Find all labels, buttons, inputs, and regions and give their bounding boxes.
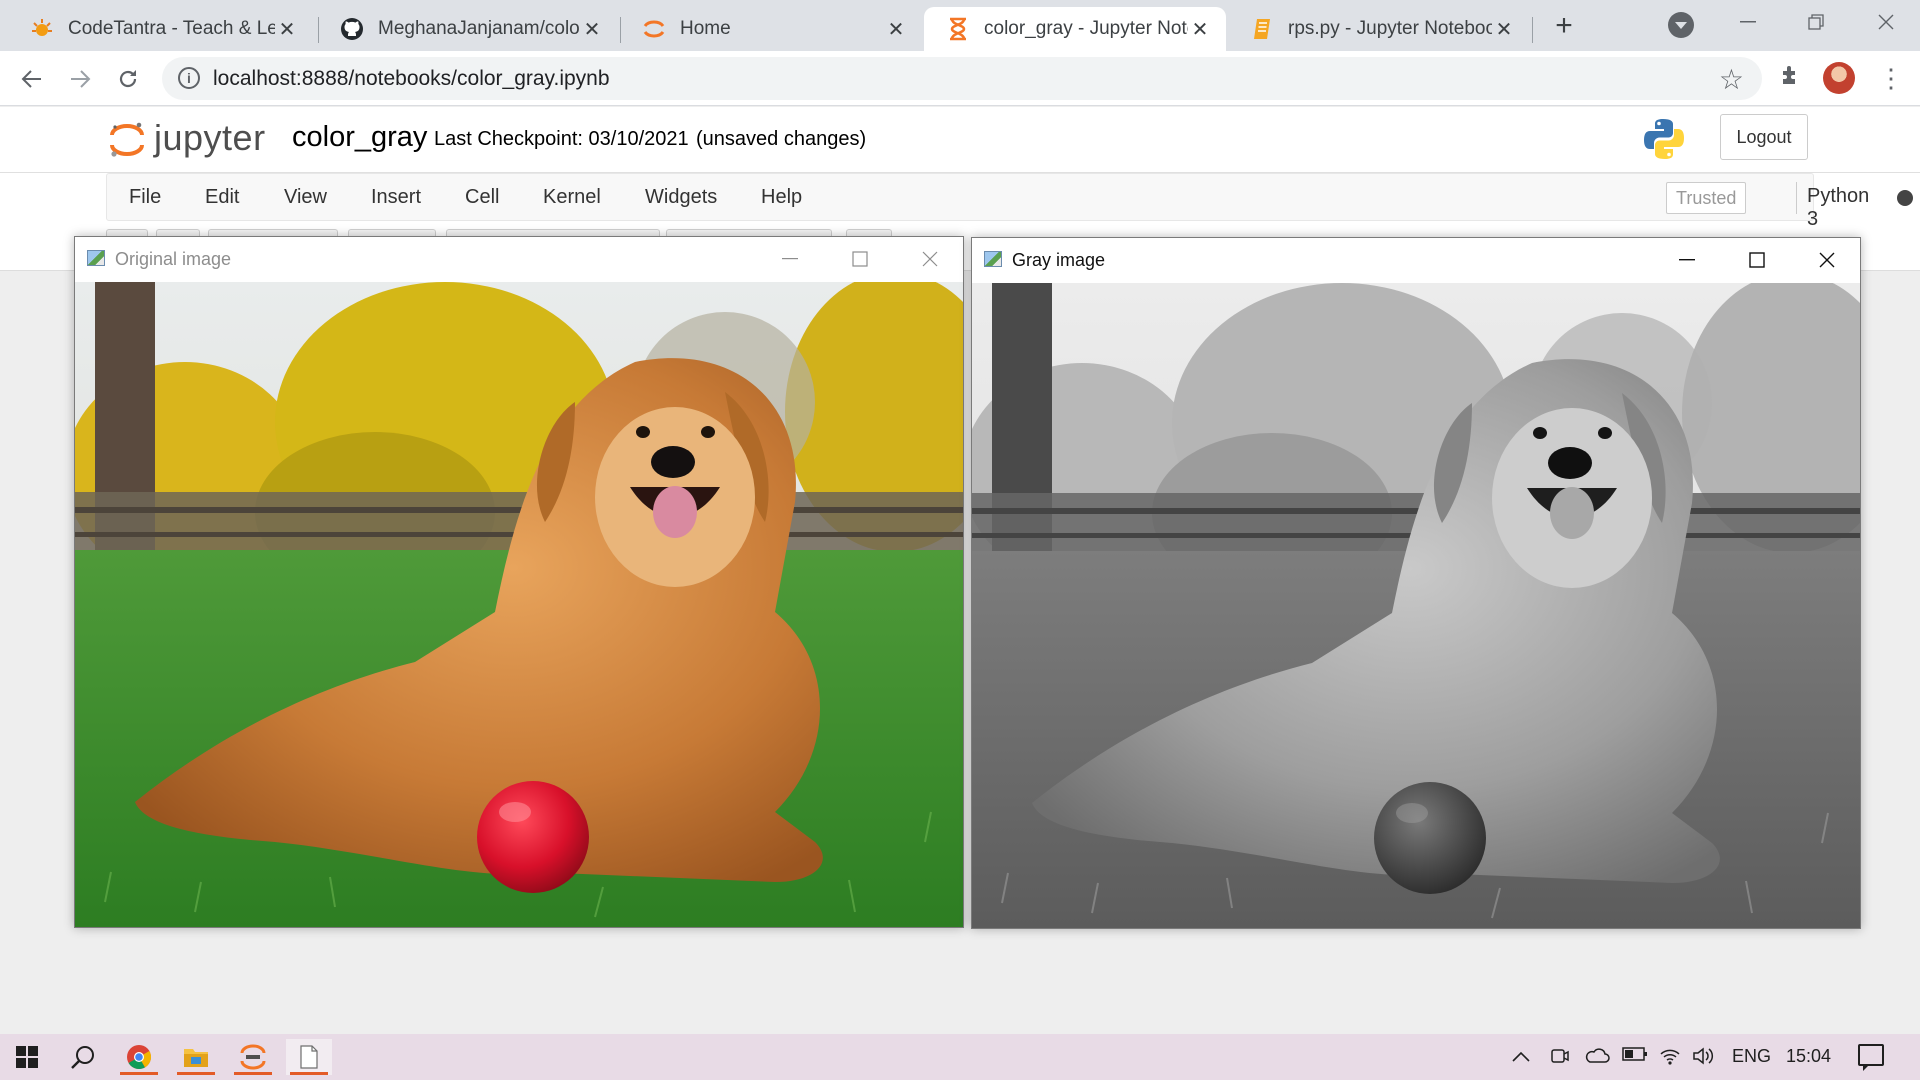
new-tab-button[interactable]: + xyxy=(1548,9,1580,42)
window-titlebar[interactable]: Gray image xyxy=(972,238,1860,282)
profile-avatar[interactable] xyxy=(1823,62,1855,94)
maximize-window-icon[interactable] xyxy=(1734,242,1780,278)
tab-title: MeghanaJanjanam/colour xyxy=(378,18,580,39)
opencv-app-icon xyxy=(87,250,105,266)
notifications-icon[interactable] xyxy=(1858,1044,1884,1071)
browser-tab-codetantra[interactable]: CodeTantra - Teach & Lear ✕ xyxy=(8,7,313,51)
forward-arrow-icon[interactable] xyxy=(62,61,98,97)
running-indicator xyxy=(234,1072,272,1075)
jupyter-wordmark: jupyter xyxy=(154,117,266,158)
gray-image-window[interactable]: Gray image xyxy=(971,237,1861,929)
codetantra-icon xyxy=(30,17,54,41)
jupyter-header: jupyter color_gray Last Checkpoint: 03/1… xyxy=(0,107,1920,173)
menu-insert[interactable]: Insert xyxy=(371,186,421,209)
dog-photo-grayscale xyxy=(972,283,1860,928)
kernel-status-icon xyxy=(1897,190,1913,206)
windows-taskbar: ENG 15:04 xyxy=(0,1034,1920,1080)
opencv-taskbar-icon[interactable] xyxy=(286,1039,332,1075)
extensions-puzzle-icon[interactable] xyxy=(1779,63,1803,87)
url-text[interactable]: localhost:8888/notebooks/color_gray.ipyn… xyxy=(213,67,610,91)
close-tab-icon[interactable]: ✕ xyxy=(1188,17,1212,41)
logout-button[interactable]: Logout xyxy=(1720,114,1808,160)
menu-view[interactable]: View xyxy=(284,186,327,209)
jupyter-logo-icon xyxy=(110,122,144,157)
window-title: Gray image xyxy=(1012,250,1106,270)
tab-title: color_gray - Jupyter Note xyxy=(984,18,1188,39)
jupyter-menubar: File Edit View Insert Cell Kernel Widget… xyxy=(106,173,1913,230)
python-logo-icon xyxy=(1644,119,1684,159)
minimize-window-icon[interactable] xyxy=(1664,242,1710,278)
window-title: Original image xyxy=(115,249,232,269)
gray-dog-photo xyxy=(972,283,1860,928)
browser-tab-github[interactable]: MeghanaJanjanam/colour ✕ xyxy=(318,7,618,51)
menu-edit[interactable]: Edit xyxy=(205,186,239,209)
browser-menu-icon[interactable]: ⋮ xyxy=(1878,60,1904,96)
close-tab-icon[interactable]: ✕ xyxy=(580,17,604,41)
system-clock[interactable]: 15:04 xyxy=(1786,1046,1831,1067)
hourglass-icon xyxy=(946,17,970,41)
minimize-browser-icon[interactable] xyxy=(1728,6,1768,38)
menu-help[interactable]: Help xyxy=(761,186,802,209)
address-bar[interactable]: i localhost:8888/notebooks/color_gray.ip… xyxy=(162,57,1762,100)
show-hidden-icons[interactable] xyxy=(1512,1046,1530,1067)
kernel-divider xyxy=(1796,182,1797,214)
close-window-icon[interactable] xyxy=(907,241,953,277)
windows-start-icon[interactable] xyxy=(4,1039,50,1075)
save-status: (unsaved changes) xyxy=(696,128,867,150)
volume-icon[interactable] xyxy=(1692,1046,1716,1071)
tab-title: CodeTantra - Teach & Lear xyxy=(68,18,275,39)
input-language[interactable]: ENG xyxy=(1732,1046,1771,1067)
original-dog-photo xyxy=(75,282,963,927)
notebook-icon xyxy=(1250,17,1274,41)
minimize-window-icon[interactable] xyxy=(767,241,813,277)
close-tab-icon[interactable]: ✕ xyxy=(275,17,299,41)
close-window-icon[interactable] xyxy=(1804,242,1850,278)
browser-tab-rps[interactable]: rps.py - Jupyter Notebook ✕ xyxy=(1228,7,1530,51)
close-tab-icon[interactable]: ✕ xyxy=(1492,17,1516,41)
last-checkpoint: Last Checkpoint: 03/10/2021 xyxy=(434,128,689,150)
back-arrow-icon[interactable] xyxy=(14,61,50,97)
original-image-window[interactable]: Original image xyxy=(74,236,964,928)
reload-icon[interactable] xyxy=(110,61,146,97)
browser-toolbar: i localhost:8888/notebooks/color_gray.ip… xyxy=(0,51,1920,106)
jupyter-favicon-icon xyxy=(642,17,666,41)
dog-photo-color xyxy=(75,282,963,927)
jupyter-taskbar-icon[interactable] xyxy=(230,1039,276,1075)
notebook-name[interactable]: color_gray xyxy=(292,121,427,154)
site-info-icon[interactable]: i xyxy=(178,67,200,89)
jupyter-logo[interactable]: jupyter xyxy=(110,117,270,163)
chrome-taskbar-icon[interactable] xyxy=(116,1039,162,1075)
onedrive-cloud-icon[interactable] xyxy=(1584,1046,1610,1069)
trusted-indicator[interactable]: Trusted xyxy=(1666,182,1747,214)
meet-now-icon[interactable] xyxy=(1550,1046,1570,1071)
menu-widgets[interactable]: Widgets xyxy=(645,186,717,209)
kernel-name[interactable]: Python 3 xyxy=(1807,185,1869,231)
github-icon xyxy=(340,17,364,41)
window-titlebar[interactable]: Original image xyxy=(75,237,963,281)
running-indicator xyxy=(290,1072,328,1075)
menu-kernel[interactable]: Kernel xyxy=(543,186,601,209)
menu-file[interactable]: File xyxy=(129,186,161,209)
tab-search-icon[interactable] xyxy=(1668,12,1694,38)
browser-tab-color-gray[interactable]: color_gray - Jupyter Note ✕ xyxy=(924,7,1226,51)
tab-title: Home xyxy=(680,18,731,39)
close-tab-icon[interactable]: ✕ xyxy=(884,17,908,41)
maximize-window-icon[interactable] xyxy=(837,241,883,277)
wifi-icon[interactable] xyxy=(1658,1046,1682,1071)
running-indicator xyxy=(177,1072,215,1075)
tab-title: rps.py - Jupyter Notebook xyxy=(1288,18,1492,39)
bookmark-star-icon[interactable]: ☆ xyxy=(1719,63,1744,96)
restore-browser-icon[interactable] xyxy=(1796,6,1836,38)
running-indicator xyxy=(120,1072,158,1075)
opencv-app-icon xyxy=(984,251,1002,267)
close-browser-icon[interactable] xyxy=(1866,6,1906,38)
search-icon[interactable] xyxy=(60,1039,106,1075)
browser-tab-home[interactable]: Home ✕ xyxy=(620,7,922,51)
tab-separator xyxy=(1532,17,1533,43)
file-explorer-icon[interactable] xyxy=(173,1039,219,1075)
battery-icon[interactable] xyxy=(1622,1046,1648,1067)
menu-cell[interactable]: Cell xyxy=(465,186,499,209)
browser-tab-strip: CodeTantra - Teach & Lear ✕ MeghanaJanja… xyxy=(0,0,1920,51)
